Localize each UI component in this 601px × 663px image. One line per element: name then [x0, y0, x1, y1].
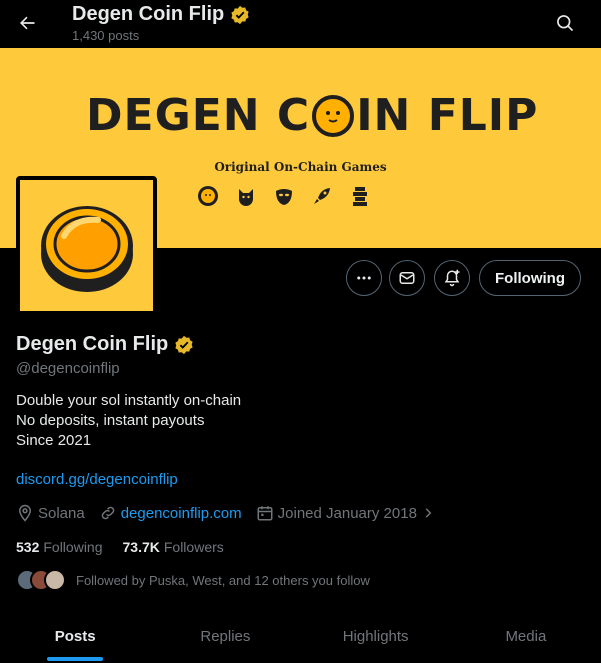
profile-handle: @degencoinflip	[16, 360, 120, 377]
tab-replies[interactable]: Replies	[150, 608, 300, 663]
website-item: degencoinflip.com	[99, 504, 242, 522]
followed-by-row[interactable]: Followed by Puska, West, and 12 others y…	[16, 569, 370, 591]
banner-tagline: Original On-Chain Games	[214, 160, 387, 174]
banner-logo-text: DEGEN C IN FLIP	[86, 90, 538, 141]
bio-discord-link[interactable]: discord.gg/degencoinflip	[16, 471, 178, 488]
following-count-link[interactable]: 532 Following	[16, 539, 103, 555]
rocket-icon	[310, 184, 334, 208]
chevron-right-icon	[425, 508, 432, 518]
followed-by-text: Followed by Puska, West, and 12 others y…	[76, 572, 370, 588]
following-button[interactable]: Following	[479, 260, 581, 296]
ellipsis-icon	[357, 276, 371, 280]
link-icon	[101, 506, 114, 520]
profile-tabs: Posts Replies Highlights Media	[0, 608, 601, 663]
profile-name-group: Degen Coin Flip	[16, 333, 194, 356]
followers-count: 73.7K	[122, 539, 160, 555]
verified-badge-icon[interactable]	[174, 335, 194, 355]
tab-label: Replies	[200, 628, 251, 645]
header-title: Degen Coin Flip	[72, 3, 225, 25]
follow-counts: 532 Following 73.7K Followers	[16, 539, 224, 555]
header-title-group: Degen Coin Flip	[72, 3, 250, 26]
joined-text: Joined January 2018	[277, 504, 417, 522]
coin-avatar-icon	[40, 205, 133, 292]
tab-label: Media	[505, 628, 547, 645]
active-tab-indicator	[47, 657, 104, 661]
cat-icon	[234, 184, 258, 208]
coin-face-icon	[196, 184, 220, 208]
mask-icon	[272, 184, 296, 208]
bell-plus-icon	[444, 269, 460, 287]
avatar	[44, 569, 66, 591]
calendar-icon	[257, 506, 273, 521]
envelope-icon	[399, 272, 415, 284]
joined-item[interactable]: Joined January 2018	[256, 504, 435, 522]
tab-media[interactable]: Media	[451, 608, 601, 663]
followers-label: Followers	[163, 539, 224, 555]
tab-label: Highlights	[342, 628, 409, 645]
bio-line: Double your sol instantly on-chain	[16, 392, 242, 409]
tab-posts[interactable]: Posts	[0, 608, 150, 663]
notifications-button[interactable]	[434, 260, 470, 296]
location-item: Solana	[16, 504, 85, 522]
followers-count-link[interactable]: 73.7K Followers	[123, 539, 224, 555]
follower-avatars	[16, 569, 66, 591]
posts-count: 1,430 posts	[72, 28, 140, 43]
banner-title-part2: IN FLIP	[356, 90, 539, 141]
message-button[interactable]	[389, 260, 425, 296]
following-count: 532	[16, 539, 40, 555]
website-link[interactable]: degencoinflip.com	[121, 505, 242, 522]
more-options-button[interactable]	[346, 260, 382, 296]
profile-bio: Double your sol instantly on-chain No de…	[16, 391, 241, 451]
banner-title-part1: DEGEN C	[86, 90, 311, 141]
tab-highlights[interactable]: Highlights	[301, 608, 451, 663]
tab-label: Posts	[54, 628, 96, 645]
profile-name: Degen Coin Flip	[16, 333, 169, 355]
banner-game-icons	[196, 184, 372, 208]
profile-avatar[interactable]	[16, 176, 157, 315]
tower-icon	[348, 184, 372, 208]
bio-line: Since 2021	[16, 432, 92, 449]
search-icon[interactable]	[551, 9, 579, 37]
banner-coin-icon	[312, 94, 355, 137]
location-text: Solana	[38, 504, 85, 522]
following-label: Following	[43, 539, 103, 555]
location-pin-icon	[18, 504, 32, 522]
back-arrow-icon[interactable]	[12, 8, 42, 38]
bio-line: No deposits, instant payouts	[16, 412, 205, 429]
top-bar: Degen Coin Flip 1,430 posts	[0, 0, 601, 48]
verified-badge-icon	[231, 5, 249, 24]
profile-meta: Solana degencoinflip.com Joined January …	[16, 504, 435, 522]
